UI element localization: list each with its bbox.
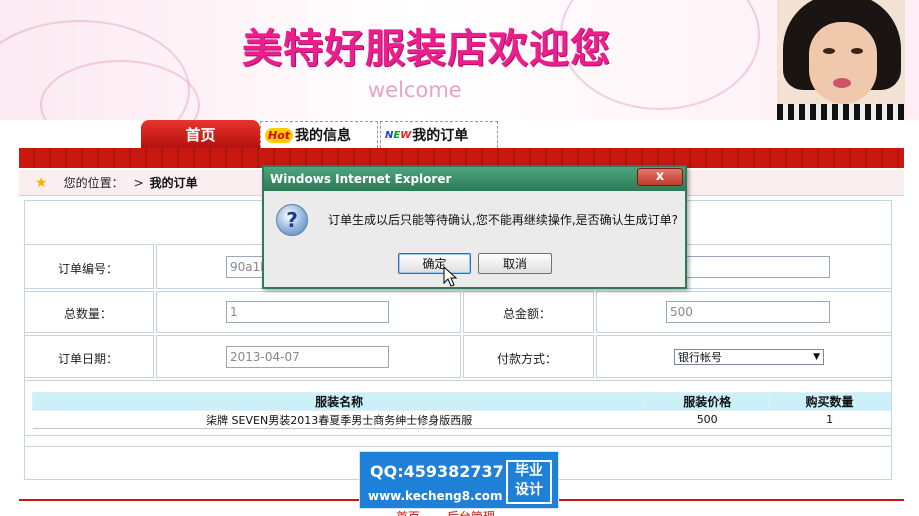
- total-amount-field[interactable]: 500: [666, 301, 830, 323]
- footer-link-admin[interactable]: 后台管理: [447, 508, 495, 516]
- ok-button[interactable]: 确定: [398, 253, 471, 274]
- breadcrumb-label: 您的位置：: [63, 176, 124, 190]
- question-icon: ?: [276, 204, 308, 236]
- order-items-table: 服装名称 服装价格 购买数量 柒牌 SEVEN男装2013春夏季男士商务绅士修身…: [31, 392, 891, 429]
- payment-select[interactable]: 银行帐号 ▼: [674, 349, 824, 365]
- col-header-name: 服装名称: [31, 392, 647, 411]
- close-button[interactable]: x: [637, 168, 683, 186]
- col-header-price: 服装价格: [645, 392, 770, 411]
- watermark-box: 毕业 设计: [506, 460, 552, 504]
- watermark-box-line1: 毕业: [515, 463, 543, 479]
- mouse-cursor-icon: [443, 266, 457, 287]
- nav-tab-my-info[interactable]: Hot 我的信息: [260, 121, 378, 148]
- watermark-qq: QQ:459382737: [370, 462, 504, 481]
- store-title: 美特好服装店欢迎您: [242, 25, 611, 72]
- watermark-box-line2: 设计: [515, 482, 543, 498]
- order-date-label: 订单日期：: [58, 352, 119, 366]
- nav-tab-my-orders[interactable]: NEW 我的订单: [380, 121, 498, 148]
- breadcrumb-current: 我的订单: [149, 176, 198, 190]
- nav-tab-home[interactable]: 首页: [141, 120, 260, 148]
- nav-tab-my-orders-label: 我的订单: [412, 128, 469, 144]
- confirm-dialog: Windows Internet Explorer x ? 订单生成以后只能等待…: [262, 165, 687, 289]
- header-banner: 美特好服装店欢迎您 welcome: [0, 0, 919, 120]
- dialog-message: 订单生成以后只能等待确认,您不能再继续操作,是否确认生成订单?: [328, 213, 679, 227]
- order-date-field[interactable]: 2013-04-07: [226, 346, 389, 368]
- model-photo: [777, 0, 905, 120]
- dialog-title: Windows Internet Explorer: [270, 172, 452, 186]
- dialog-titlebar[interactable]: Windows Internet Explorer x: [264, 167, 685, 191]
- hot-badge-icon: Hot: [265, 127, 294, 143]
- payment-label: 付款方式：: [497, 352, 558, 366]
- close-icon: x: [655, 169, 665, 184]
- payment-select-value: 银行帐号: [678, 351, 722, 364]
- col-header-qty: 购买数量: [768, 392, 891, 411]
- item-qty: 1: [768, 410, 891, 429]
- item-price: 500: [645, 410, 769, 429]
- new-badge-icon: NEW: [385, 129, 412, 141]
- order-no-label: 订单编号：: [58, 262, 119, 276]
- user-field[interactable]: er: [666, 256, 830, 278]
- table-row: 柒牌 SEVEN男装2013春夏季男士商务绅士修身版西服 500 1: [32, 410, 891, 429]
- total-qty-field[interactable]: 1: [226, 301, 389, 323]
- breadcrumb-arrow: >: [133, 175, 144, 190]
- footer-link-home[interactable]: 首页: [396, 508, 420, 516]
- chevron-down-icon: ▼: [813, 352, 820, 362]
- watermark-url: www.kecheng8.com: [368, 489, 503, 503]
- total-amount-label: 总金额：: [503, 307, 552, 321]
- page: 美特好服装店欢迎您 welcome 首页 Hot 我的信息 NEW 我的订单 ★…: [0, 0, 919, 516]
- total-qty-label: 总数量：: [64, 307, 113, 321]
- nav-tab-my-info-label: 我的信息: [295, 128, 352, 144]
- table-header-row: 服装名称 服装价格 购买数量: [31, 392, 891, 411]
- watermark: QQ:459382737 www.kecheng8.com 毕业 设计: [359, 451, 559, 509]
- item-name: 柒牌 SEVEN男装2013春夏季男士商务绅士修身版西服: [32, 410, 646, 429]
- welcome-text: welcome: [368, 78, 462, 102]
- star-icon: ★: [35, 174, 48, 191]
- cancel-button[interactable]: 取消: [478, 253, 552, 274]
